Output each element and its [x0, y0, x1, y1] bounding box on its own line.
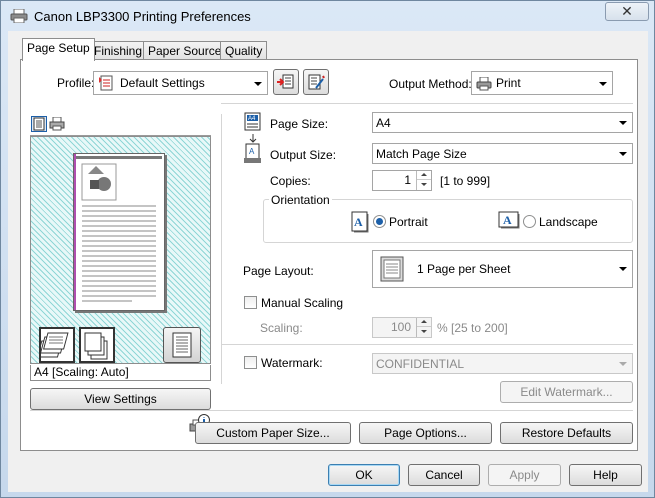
chevron-down-icon: [599, 82, 607, 86]
orientation-label: Orientation: [269, 193, 332, 207]
portrait-label: Portrait: [389, 215, 428, 229]
preview-printer-icon[interactable]: [49, 116, 65, 134]
page-size-select[interactable]: A4: [372, 112, 633, 133]
profile-select[interactable]: Default Settings: [93, 71, 268, 95]
scaling-range: % [25 to 200]: [437, 321, 508, 335]
edit-profile-button[interactable]: [303, 69, 329, 95]
page-layout-icon: [380, 256, 404, 287]
cancel-button[interactable]: Cancel: [408, 464, 480, 486]
tab-page-setup[interactable]: Page Setup: [22, 38, 95, 61]
watermark-value: CONFIDENTIAL: [376, 357, 465, 371]
output-size-label: Output Size:: [270, 148, 337, 162]
landscape-radio[interactable]: [523, 215, 536, 228]
tab-paper-source[interactable]: Paper Source: [143, 41, 227, 60]
finish-preview-icon: [163, 327, 201, 363]
page-layout-label: Page Layout:: [243, 264, 314, 278]
portrait-radio[interactable]: [373, 215, 386, 228]
output-method-label: Output Method:: [389, 77, 472, 91]
scaling-spinner[interactable]: 100: [372, 317, 432, 338]
page-layout-value: 1 Page per Sheet: [417, 262, 511, 276]
window-title: Canon LBP3300 Printing Preferences: [34, 9, 251, 24]
page-preview: [30, 136, 211, 364]
copies-stepper[interactable]: [416, 171, 431, 190]
page-setup-panel: Profile: Default Settings Output Method:…: [20, 59, 638, 451]
output-size-value: Match Page Size: [376, 147, 467, 161]
divider: [30, 410, 633, 411]
printer-icon: [10, 8, 28, 24]
page-size-icon: A4: [243, 112, 263, 135]
layout-preview-2[interactable]: [79, 327, 115, 363]
dialog-client: Page Setup Finishing Paper Source Qualit…: [8, 31, 648, 492]
chevron-down-icon: [619, 152, 627, 156]
chevron-down-icon: [619, 362, 627, 366]
edit-profile-icon: [307, 73, 325, 97]
output-method-select[interactable]: Print: [471, 71, 613, 95]
divider: [221, 344, 633, 345]
svg-text:A: A: [354, 215, 363, 229]
copies-value: 1: [404, 173, 411, 187]
scaling-stepper[interactable]: [416, 318, 431, 337]
copies-range: [1 to 999]: [440, 174, 491, 188]
preview-page: [73, 153, 165, 311]
landscape-label: Landscape: [539, 215, 598, 229]
profile-label: Profile:: [57, 76, 95, 90]
watermark-select[interactable]: CONFIDENTIAL: [372, 353, 633, 374]
preview-status: A4 [Scaling: Auto]: [30, 365, 211, 381]
close-icon: ✕: [621, 3, 633, 19]
page-options-button[interactable]: Page Options...: [359, 422, 492, 444]
add-profile-icon: [277, 73, 295, 97]
page-size-value: A4: [376, 116, 391, 130]
output-size-icon: A: [243, 133, 263, 168]
add-profile-button[interactable]: [273, 69, 299, 95]
view-settings-button[interactable]: View Settings: [30, 388, 211, 410]
output-method-value: Print: [496, 76, 521, 90]
svg-text:A: A: [249, 147, 255, 156]
page-layout-select[interactable]: 1 Page per Sheet: [372, 250, 633, 288]
scaling-label: Scaling:: [260, 321, 303, 335]
chevron-down-icon: [619, 121, 627, 125]
edit-watermark-button[interactable]: Edit Watermark...: [500, 381, 633, 403]
chevron-down-icon: [619, 267, 627, 271]
tab-quality[interactable]: Quality: [220, 41, 268, 60]
scaling-value: 100: [390, 320, 411, 334]
profile-value: Default Settings: [120, 76, 205, 90]
page-size-label: Page Size:: [270, 117, 329, 131]
chevron-down-icon: [254, 82, 262, 86]
ok-button[interactable]: OK: [328, 464, 400, 486]
profile-icon: [98, 75, 114, 94]
manual-scaling-label: Manual Scaling: [261, 296, 344, 310]
watermark-label: Watermark:: [261, 356, 323, 370]
printer-icon: [476, 76, 492, 94]
output-size-select[interactable]: Match Page Size: [372, 143, 633, 164]
title-bar[interactable]: Canon LBP3300 Printing Preferences ✕: [1, 1, 654, 31]
manual-scaling-checkbox[interactable]: [244, 296, 257, 309]
close-button[interactable]: ✕: [605, 2, 649, 21]
tab-finishing[interactable]: Finishing: [89, 41, 148, 60]
apply-button[interactable]: Apply: [488, 464, 561, 486]
layout-preview-1[interactable]: [36, 327, 75, 363]
restore-defaults-button[interactable]: Restore Defaults: [500, 422, 633, 444]
preview-page-icon[interactable]: [31, 116, 47, 135]
copies-label: Copies:: [270, 174, 311, 188]
custom-paper-size-button[interactable]: Custom Paper Size...: [195, 422, 351, 444]
copies-spinner[interactable]: 1: [372, 170, 432, 191]
portrait-icon: A: [351, 211, 369, 236]
watermark-checkbox[interactable]: [244, 356, 257, 369]
svg-text:A: A: [503, 213, 512, 227]
help-button[interactable]: Help: [569, 464, 642, 486]
printing-preferences-window: Canon LBP3300 Printing Preferences ✕ Pag…: [0, 0, 655, 498]
landscape-icon: A: [498, 211, 520, 232]
svg-text:A4: A4: [248, 116, 256, 122]
divider: [221, 103, 633, 104]
